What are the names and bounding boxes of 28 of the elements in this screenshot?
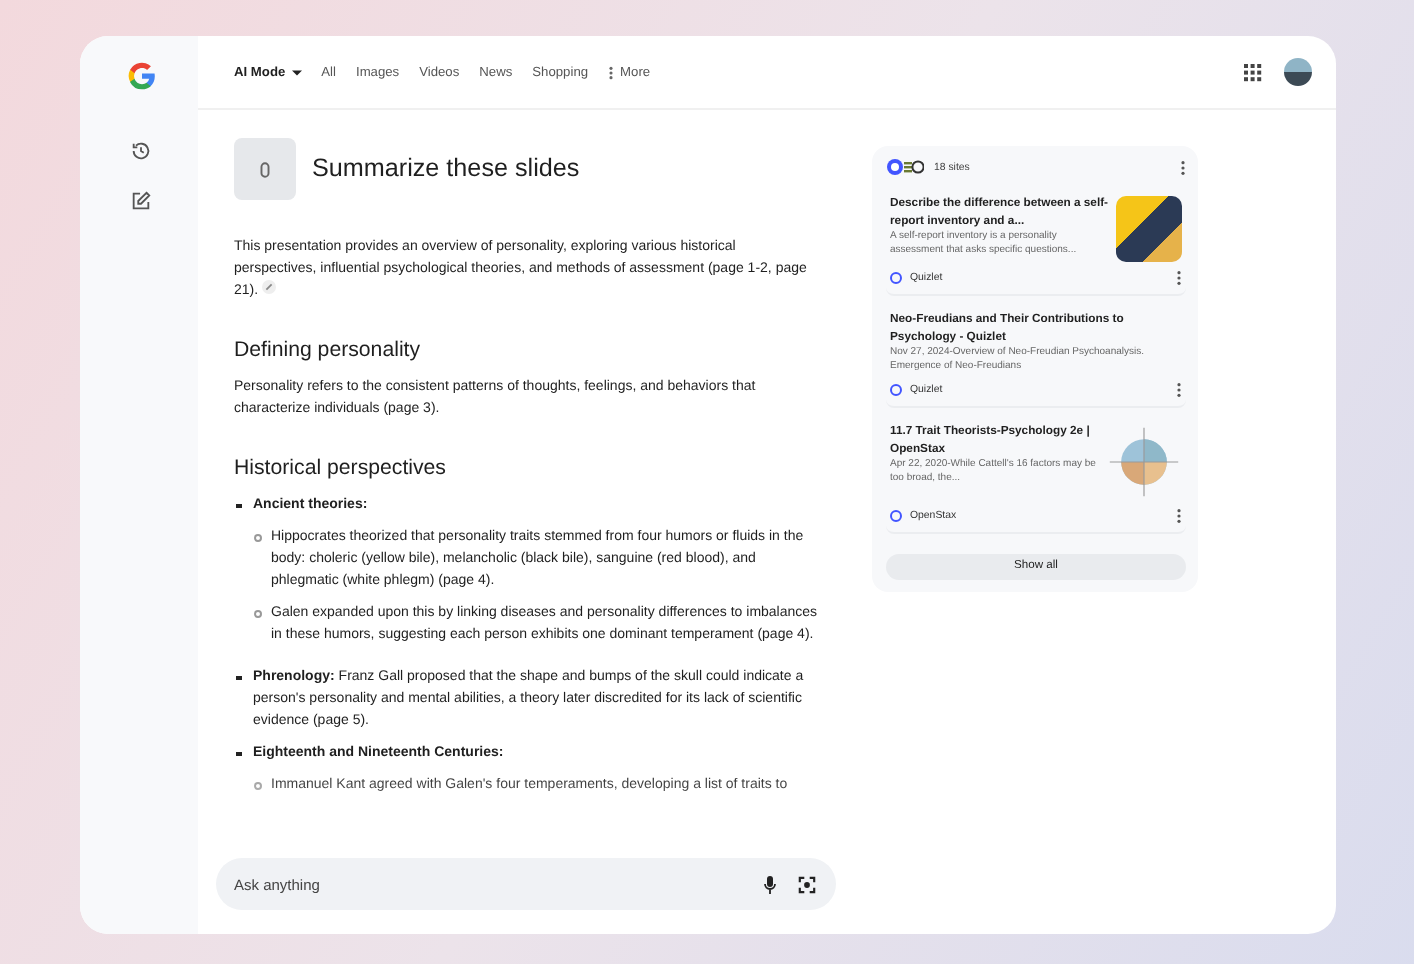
bullet-icon (236, 751, 241, 756)
more-vert-icon[interactable] (1180, 159, 1186, 175)
site-favicon-icon (890, 384, 902, 396)
history-icon[interactable] (130, 140, 152, 162)
photo-placeholder (1116, 196, 1182, 262)
site-favicon-icon (890, 272, 902, 284)
site-favicon-icon (890, 510, 902, 522)
section-heading: Historical perspectives (234, 456, 448, 482)
avatar-icon[interactable] (1284, 58, 1312, 86)
logo-icon[interactable] (125, 60, 157, 92)
circle-diagram-icon (1106, 424, 1182, 500)
bullet-icon (253, 534, 261, 542)
edit-icon[interactable] (130, 190, 152, 212)
caret-icon (291, 69, 302, 75)
apps-grid-icon[interactable] (1244, 63, 1262, 81)
more-vert-icon[interactable] (1176, 270, 1182, 286)
more-vert-icon[interactable] (1176, 382, 1182, 398)
query-title: Summarize these slides (312, 158, 580, 180)
microphone-icon[interactable] (764, 875, 776, 893)
bullet-icon (236, 503, 241, 508)
bullet-icon (253, 782, 261, 790)
site-icons-icon (886, 158, 924, 176)
more-vert-icon[interactable] (1176, 508, 1182, 524)
section-heading: Defining personality (234, 338, 423, 364)
bullet-icon (236, 675, 241, 680)
more-vert-icon (608, 65, 615, 79)
bullet-icon (253, 610, 261, 618)
camera-lens-icon[interactable] (798, 875, 816, 893)
